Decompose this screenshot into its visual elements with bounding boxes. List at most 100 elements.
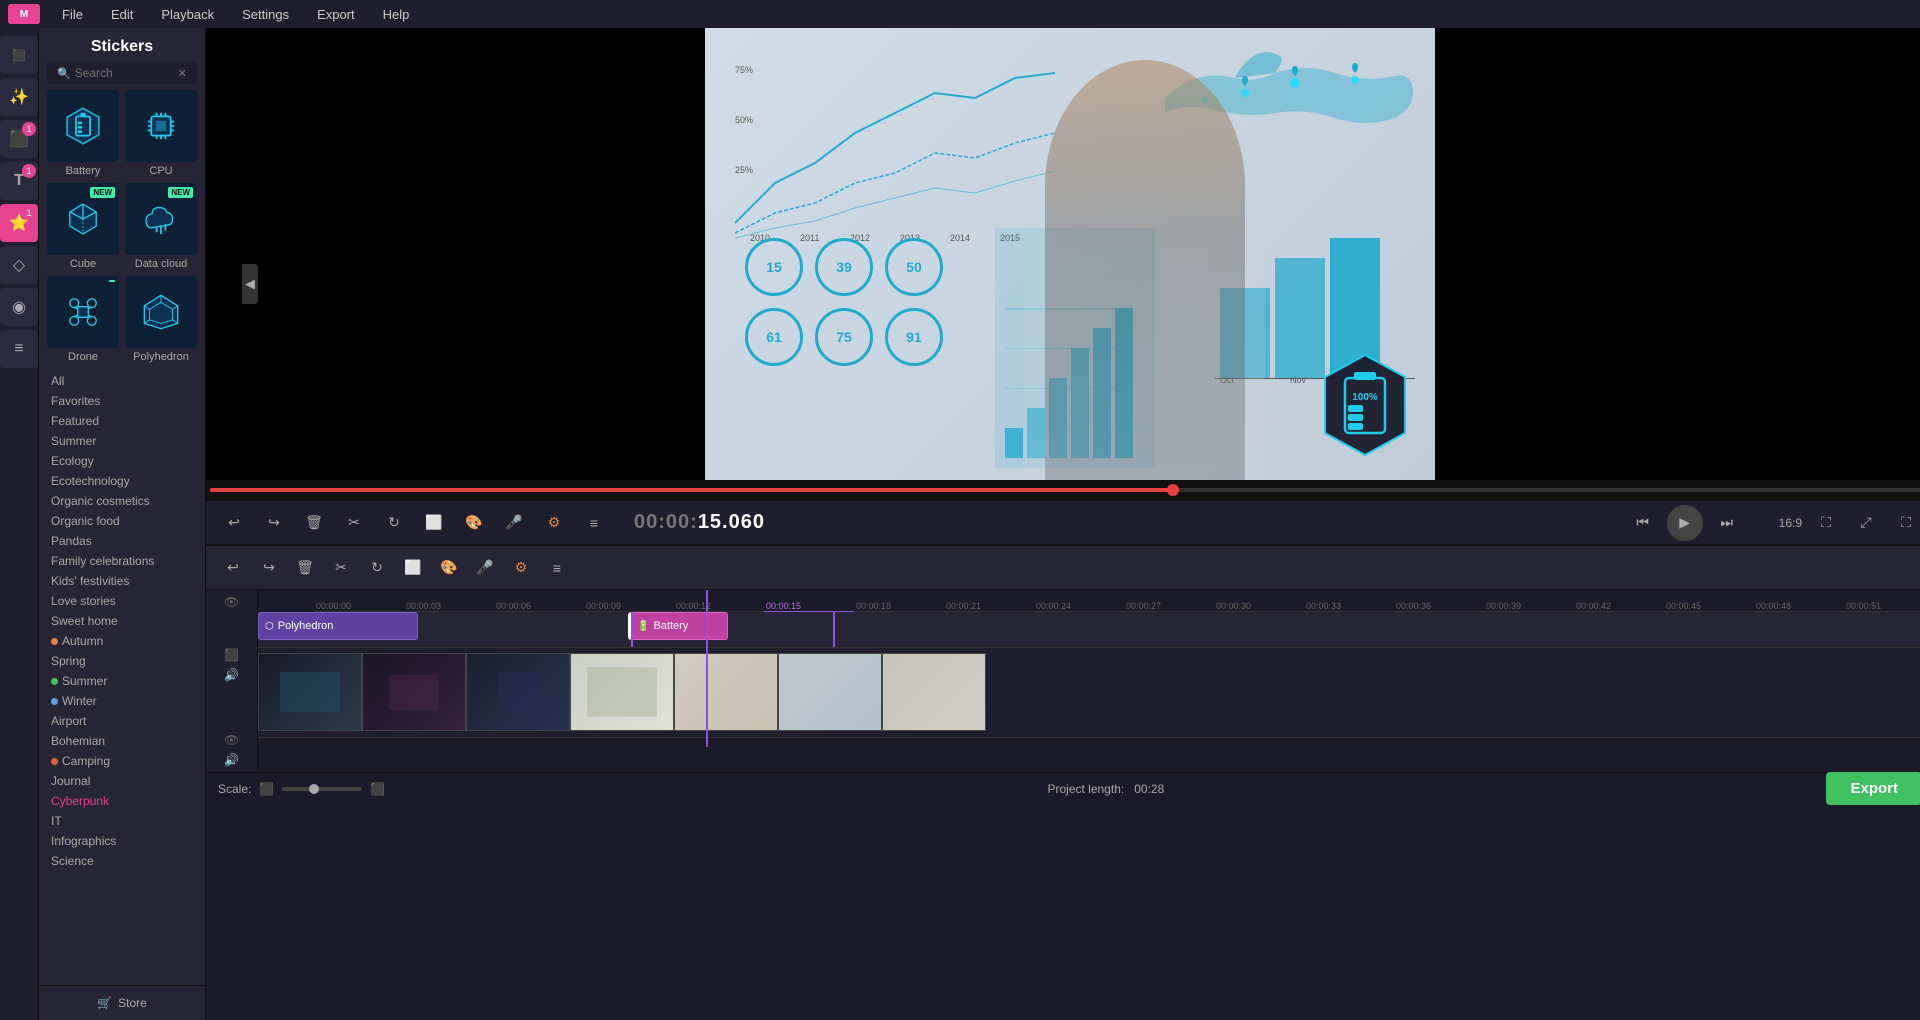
- tool-text[interactable]: T1: [0, 162, 38, 200]
- tool-audio[interactable]: ≡: [0, 330, 38, 368]
- video-thumb-4[interactable]: [570, 653, 674, 731]
- search-clear-icon[interactable]: ✕: [178, 67, 187, 80]
- video-thumb-3[interactable]: [466, 653, 570, 731]
- cat-kids[interactable]: Kids' festivities: [47, 571, 197, 591]
- cat-love[interactable]: Love stories: [47, 591, 197, 611]
- cat-autumn[interactable]: Autumn: [47, 631, 197, 651]
- scale-minus-icon[interactable]: ⬛: [259, 782, 274, 796]
- tool-overlay[interactable]: ⬛1: [0, 120, 38, 158]
- clip-battery[interactable]: 🔋 Battery: [628, 612, 728, 640]
- tool-filters[interactable]: ◉: [0, 288, 38, 326]
- menu-file[interactable]: File: [56, 5, 89, 24]
- cat-journal[interactable]: Journal: [47, 771, 197, 791]
- tl-rotate[interactable]: ↻: [362, 554, 392, 582]
- cat-bohemian[interactable]: Bohemian: [47, 731, 197, 751]
- cat-winter[interactable]: Winter: [47, 691, 197, 711]
- tl-crop[interactable]: ⬜: [398, 554, 428, 582]
- cut-button[interactable]: ✂: [338, 507, 370, 539]
- cat-ecology[interactable]: Ecology: [47, 451, 197, 471]
- sticker-cpu[interactable]: CPU: [125, 90, 197, 177]
- menu-help[interactable]: Help: [377, 5, 416, 24]
- menu-playback[interactable]: Playback: [155, 5, 220, 24]
- menubar: M File Edit Playback Settings Export Hel…: [0, 0, 1920, 28]
- tl-audio[interactable]: ≡: [542, 554, 572, 582]
- cat-all[interactable]: All: [47, 371, 197, 391]
- video-thumb-1[interactable]: [258, 653, 362, 731]
- undo-button[interactable]: ↩: [218, 507, 250, 539]
- tl-mic[interactable]: 🎤: [470, 554, 500, 582]
- cat-summer[interactable]: Summer: [47, 431, 197, 451]
- fullscreen-preview-button[interactable]: ⛶: [1810, 507, 1842, 539]
- video-thumb-5[interactable]: [674, 653, 778, 731]
- tl-overlay-icon[interactable]: ⬛: [222, 647, 242, 663]
- seekbar[interactable]: [210, 488, 1920, 492]
- cat-cyberpunk[interactable]: Cyberpunk: [47, 791, 197, 811]
- menu-export[interactable]: Export: [311, 5, 361, 24]
- play-pause-button[interactable]: ▶: [1667, 505, 1703, 541]
- expand-button[interactable]: ⤢: [1850, 507, 1882, 539]
- seekbar-thumb[interactable]: [1167, 484, 1179, 496]
- menu-edit[interactable]: Edit: [105, 5, 139, 24]
- tool-import[interactable]: ⬛: [0, 36, 38, 74]
- crop-button[interactable]: ⬜: [418, 507, 450, 539]
- sticker-polyhedron[interactable]: Polyhedron: [125, 276, 197, 363]
- video-thumb-7[interactable]: [882, 653, 986, 731]
- audio-button[interactable]: ≡: [578, 507, 610, 539]
- cat-sweethome[interactable]: Sweet home: [47, 611, 197, 631]
- tl-audio2-icon[interactable]: 🔊: [222, 752, 242, 768]
- cat-camping[interactable]: Camping: [47, 751, 197, 771]
- tool-magic[interactable]: ✨: [0, 78, 38, 116]
- cat-infographics[interactable]: Infographics: [47, 831, 197, 851]
- sticker-datacloud[interactable]: NEW Data cloud: [125, 183, 197, 270]
- tl-eye-bottom[interactable]: 👁: [222, 732, 242, 748]
- cat-it[interactable]: IT: [47, 811, 197, 831]
- scale-plus-icon[interactable]: ⬛: [370, 782, 385, 796]
- cat-family[interactable]: Family celebrations: [47, 551, 197, 571]
- tl-color[interactable]: 🎨: [434, 554, 464, 582]
- cat-favorites[interactable]: Favorites: [47, 391, 197, 411]
- clip-polyhedron[interactable]: ⬡ Polyhedron: [258, 612, 418, 640]
- menu-settings[interactable]: Settings: [236, 5, 295, 24]
- cat-spring[interactable]: Spring: [47, 651, 197, 671]
- cat-science[interactable]: Science: [47, 851, 197, 871]
- timeline-toolbar: ↩ ↪ 🗑 ✂ ↻ ⬜ 🎨 🎤 ⚙ ≡: [206, 546, 1920, 590]
- search-input[interactable]: [75, 66, 178, 80]
- delete-button[interactable]: 🗑: [298, 507, 330, 539]
- cat-featured[interactable]: Featured: [47, 411, 197, 431]
- panel-collapse-button[interactable]: ◀: [242, 264, 258, 304]
- tool-transitions[interactable]: ◇: [0, 246, 38, 284]
- tl-delete[interactable]: 🗑: [290, 554, 320, 582]
- voiceover-button[interactable]: 🎤: [498, 507, 530, 539]
- scale-control: Scale: ⬛ ⬛: [218, 782, 385, 796]
- playback-controls: ↩ ↪ 🗑 ✂ ↻ ⬜ 🎨 🎤 ⚙ ≡ 00:00:15.060 ⏮ ▶ ⏭ 1…: [206, 500, 1920, 544]
- scale-slider[interactable]: [282, 787, 362, 791]
- cat-airport[interactable]: Airport: [47, 711, 197, 731]
- skip-end-button[interactable]: ⏭: [1711, 507, 1743, 539]
- tl-undo[interactable]: ↩: [218, 554, 248, 582]
- cat-pandas[interactable]: Pandas: [47, 531, 197, 551]
- export-button[interactable]: Export: [1826, 772, 1920, 805]
- color-correction-button[interactable]: 🎨: [458, 507, 490, 539]
- tl-audio-icon[interactable]: 🔊: [222, 667, 242, 683]
- tl-redo[interactable]: ↪: [254, 554, 284, 582]
- tool-stickers[interactable]: ⭐1: [0, 204, 38, 242]
- cat-ecotechnology[interactable]: Ecotechnology: [47, 471, 197, 491]
- tl-eye-top[interactable]: 👁: [222, 594, 242, 610]
- sticker-battery[interactable]: Battery: [47, 90, 119, 177]
- video-thumb-2[interactable]: [362, 653, 466, 731]
- redo-button[interactable]: ↪: [258, 507, 290, 539]
- sticker-drone[interactable]: Drone: [47, 276, 119, 363]
- tl-settings[interactable]: ⚙: [506, 554, 536, 582]
- fullscreen-button[interactable]: ⛶: [1890, 507, 1920, 539]
- motion-button[interactable]: ⚙: [538, 507, 570, 539]
- video-thumb-6[interactable]: [778, 653, 882, 731]
- tl-cut[interactable]: ✂: [326, 554, 356, 582]
- store-button[interactable]: 🛒 Store: [39, 985, 205, 1020]
- cat-organic-cosmetics[interactable]: Organic cosmetics: [47, 491, 197, 511]
- rotate-button[interactable]: ↻: [378, 507, 410, 539]
- sticker-cube[interactable]: NEW Cube: [47, 183, 119, 270]
- project-length: Project length: 00:28: [1047, 782, 1164, 796]
- cat-organic-food[interactable]: Organic food: [47, 511, 197, 531]
- cat-summer2[interactable]: Summer: [47, 671, 197, 691]
- skip-start-button[interactable]: ⏮: [1627, 507, 1659, 539]
